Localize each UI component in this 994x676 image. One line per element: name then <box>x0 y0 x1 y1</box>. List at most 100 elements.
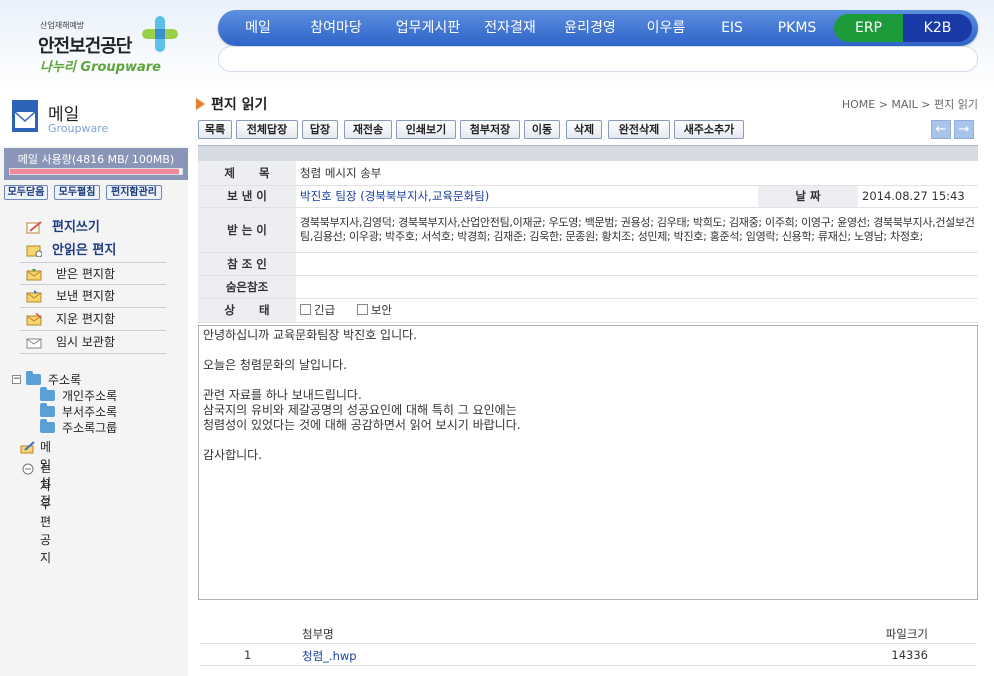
addressbook-root[interactable]: − 주소록 <box>12 371 182 388</box>
attachment-size-header: 파일크기 <box>885 627 928 641</box>
address-group-label: 주소록그룹 <box>62 421 118 435</box>
secure-option[interactable]: 보안 <box>356 303 392 317</box>
nav-participation[interactable]: 참여마당 <box>296 10 376 46</box>
resend-button[interactable]: 재전송 <box>344 120 392 139</box>
tree-item-personal[interactable]: 개인주소록 <box>12 387 182 404</box>
bcc-value <box>296 275 978 299</box>
subject-label: 제 목 <box>198 161 296 186</box>
urgent-option[interactable]: 긴급 <box>300 303 335 317</box>
sidebar-subtitle: Groupware <box>48 122 109 135</box>
nav-approval[interactable]: 전자결재 <box>470 10 550 46</box>
to-value: 경북북부지사,김영덕; 경북북부지사,산업안전팀,이재균; 우도영; 백문범; … <box>296 207 978 253</box>
add-address-button[interactable]: 새주소추가 <box>674 120 744 139</box>
pencil-note-icon <box>26 221 42 234</box>
delete-button[interactable]: 삭제 <box>566 120 602 139</box>
page-title: 편지 읽기 <box>196 94 267 114</box>
bcc-label: 숨은참조 <box>198 275 296 299</box>
main-navigation: 메일 참여마당 업무게시판 전자결재 윤리경영 이우름 EIS PKMS ERP… <box>218 10 978 46</box>
reply-button[interactable]: 답장 <box>302 120 338 139</box>
nav-erp[interactable]: ERP <box>834 14 903 42</box>
nav-ethics[interactable]: 윤리경영 <box>550 10 630 46</box>
sent-icon <box>26 290 42 303</box>
expand-all-button[interactable]: 모두펼침 <box>54 185 100 200</box>
manage-mailbox-button[interactable]: 편지함관리 <box>106 185 162 200</box>
sub-navigation-bar <box>218 46 978 72</box>
body-line: 감사합니다. <box>203 448 263 462</box>
save-attachment-button[interactable]: 첨부저장 <box>460 120 520 139</box>
logo-small-text: 산업재해예방 <box>40 21 85 30</box>
sidebar-header: 메일 Groupware <box>0 88 188 146</box>
folder-icon <box>40 419 55 433</box>
date-value: 2014.08.27 15:43 <box>858 185 978 208</box>
move-button[interactable]: 이동 <box>524 120 560 139</box>
reply-all-button[interactable]: 전체답장 <box>236 120 298 139</box>
logo-cross-icon <box>142 16 178 52</box>
mail-usage-text: 메일 사용량(4816 MB/ 100MB) <box>17 153 175 166</box>
nav-pkms[interactable]: PKMS <box>766 10 828 46</box>
urgent-checkbox[interactable] <box>300 304 311 315</box>
personal-address-label: 개인주소록 <box>62 389 118 403</box>
sidebar-item-sent[interactable]: 보낸 편지함 <box>20 285 166 308</box>
logo-main-text: 안전보건공단 <box>38 36 132 57</box>
sidebar-item-inbox[interactable]: 받은 편지함 <box>20 262 166 285</box>
unread-envelope-icon <box>26 245 42 257</box>
body-line: 삼국지의 유비와 제갈공명의 성공요인에 대해 특히 그 요인에는 <box>203 403 517 417</box>
list-button[interactable]: 목록 <box>198 120 232 139</box>
addressbook-tree: − 주소록 개인주소록 부서주소록 주소록그룹 <box>12 371 182 436</box>
body-line: 오늘은 청렴문화의 날입니다. <box>203 358 347 372</box>
nav-eis[interactable]: EIS <box>702 10 762 46</box>
nav-mail[interactable]: 메일 <box>228 10 288 46</box>
write-mail-link[interactable]: 편지쓰기 <box>20 216 166 239</box>
status-options: 긴급 보안 <box>296 298 978 323</box>
breadcrumb: HOME > MAIL > 편지 읽기 <box>841 98 978 111</box>
inbox-label: 받은 편지함 <box>56 267 116 281</box>
left-sidebar: 메일 Groupware 메일 사용량(4816 MB/ 100MB) 모두닫음… <box>0 88 188 676</box>
body-line <box>203 373 973 388</box>
mail-usage-box: 메일 사용량(4816 MB/ 100MB) <box>4 148 188 180</box>
mail-content: 편지 읽기 HOME > MAIL > 편지 읽기 목록 전체답장 답장 재전송… <box>196 88 978 676</box>
status-label: 상 태 <box>198 298 296 323</box>
subject-value: 청렴 메시지 송부 <box>296 161 978 186</box>
secure-checkbox[interactable] <box>356 304 368 315</box>
trash-mail-icon <box>26 313 42 326</box>
body-line: 관련 자료를 하나 보내드립니다. <box>203 388 362 402</box>
mail-body[interactable]: 안녕하십니까 교육문화팀장 박진호 입니다. 오늘은 청렴문화의 날입니다. 관… <box>198 325 978 600</box>
to-label: 받 는 이 <box>198 207 296 253</box>
collapse-toggle-icon[interactable]: − <box>12 375 21 384</box>
permanent-delete-button[interactable]: 완전삭제 <box>608 120 670 139</box>
date-label: 날 짜 <box>758 185 858 208</box>
attachment-file-size: 14336 <box>891 648 928 662</box>
attachment-number: 1 <box>244 648 252 662</box>
header-divider <box>198 145 978 161</box>
top-header: 산업재해예방 안전보건공단 나누리 Groupware 메일 참여마당 업무게시… <box>0 0 994 88</box>
sidebar-item-trash[interactable]: 지운 편지함 <box>20 308 166 331</box>
from-label: 보 낸 이 <box>198 185 296 208</box>
tree-item-department[interactable]: 부서주소록 <box>12 403 182 420</box>
mail-usage-fill <box>10 169 179 174</box>
from-value[interactable]: 박진호 팀장 (경북북부지사,교육문화팀) <box>296 185 758 208</box>
mail-icon <box>12 100 38 132</box>
sidebar-item-drafts[interactable]: 임시 보관함 <box>20 331 166 354</box>
cc-label: 참 조 인 <box>198 252 296 276</box>
print-view-button[interactable]: 인쇄보기 <box>396 120 456 139</box>
cc-value <box>296 252 978 276</box>
next-mail-arrow-icon[interactable]: → <box>954 120 974 139</box>
write-mail-label: 편지쓰기 <box>52 220 100 235</box>
body-line: 청렴성이 있었다는 것에 대해 공감하면서 읽어 보시기 바랍니다. <box>203 418 521 432</box>
sent-label: 보낸 편지함 <box>56 289 116 303</box>
mail-menu: 편지쓰기 안읽은 편지 받은 편지함 보낸 편지함 지운 편지함 임시 보관함 <box>20 216 166 354</box>
nav-iurum[interactable]: 이우름 <box>630 10 702 46</box>
tree-item-group[interactable]: 주소록그룹 <box>12 419 182 436</box>
attachment-file-link[interactable]: 청렴_.hwp <box>302 648 357 664</box>
nav-work-board[interactable]: 업무게시판 <box>378 10 478 46</box>
attachment-name-header: 첨부명 <box>302 627 334 641</box>
collapse-all-button[interactable]: 모두닫음 <box>4 185 48 200</box>
urgent-label: 긴급 <box>314 303 336 317</box>
unread-mail-link[interactable]: 안읽은 편지 <box>20 239 166 262</box>
company-logo[interactable]: 산업재해예방 안전보건공단 나누리 Groupware <box>10 8 190 80</box>
nav-k2b[interactable]: K2B <box>903 14 972 42</box>
folder-icon <box>40 403 55 417</box>
attachment-list: 첨부명 파일크기 1 청렴_.hwp 14336 <box>200 622 976 666</box>
trash-label: 지운 편지함 <box>56 312 116 326</box>
prev-mail-arrow-icon[interactable]: ← <box>931 120 951 139</box>
